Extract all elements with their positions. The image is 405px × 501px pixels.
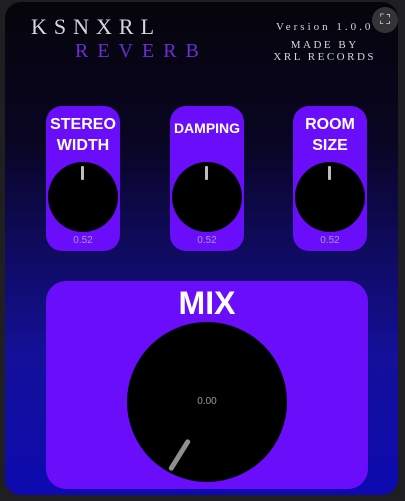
mix-panel: MIX 0.00	[46, 281, 368, 489]
mix-knob[interactable]: 0.00	[127, 322, 287, 482]
stereo-width-label: STEREO WIDTH	[46, 114, 120, 156]
room-size-label-line2: SIZE	[312, 137, 348, 154]
knob-pointer	[328, 166, 331, 180]
mix-label: MIX	[178, 285, 236, 321]
brand-subtitle: REVERB	[75, 40, 208, 62]
expand-icon[interactable]: ⛶	[372, 7, 398, 33]
made-by-label: MADE BY	[290, 39, 359, 51]
damping-label: DAMPING	[173, 120, 241, 136]
damping-knob[interactable]	[172, 162, 242, 232]
room-size-value: 0.52	[320, 235, 340, 246]
stereo-width-label-line2: WIDTH	[56, 137, 110, 154]
room-size-label: ROOM SIZE	[293, 114, 367, 156]
stereo-width-knob[interactable]	[48, 162, 118, 232]
room-size-panel: ROOM SIZE 0.52	[293, 106, 367, 251]
damping-panel: DAMPING 0.52	[170, 106, 244, 251]
brand-name: KSNXRL	[31, 14, 162, 39]
room-size-knob[interactable]	[295, 162, 365, 232]
brand-logo: KSNXRL REVERB	[31, 14, 208, 62]
stereo-width-value: 0.52	[73, 235, 93, 246]
company-label: XRL RECORDS	[273, 51, 376, 63]
knob-pointer	[205, 166, 208, 180]
version-label: Version 1.0.0	[276, 21, 374, 33]
stereo-width-panel: STEREO WIDTH 0.52	[46, 106, 120, 251]
damping-value: 0.52	[197, 235, 217, 246]
mix-value: 0.00	[197, 396, 217, 407]
knob-pointer	[167, 438, 192, 472]
room-size-label-line1: ROOM	[305, 116, 355, 133]
plugin-info: Version 1.0.0 MADE BY XRL RECORDS	[273, 21, 376, 63]
plugin-window: KSNXRL REVERB Version 1.0.0 MADE BY XRL …	[5, 2, 398, 495]
stereo-width-label-line1: STEREO	[50, 116, 116, 133]
knob-pointer	[81, 166, 84, 180]
